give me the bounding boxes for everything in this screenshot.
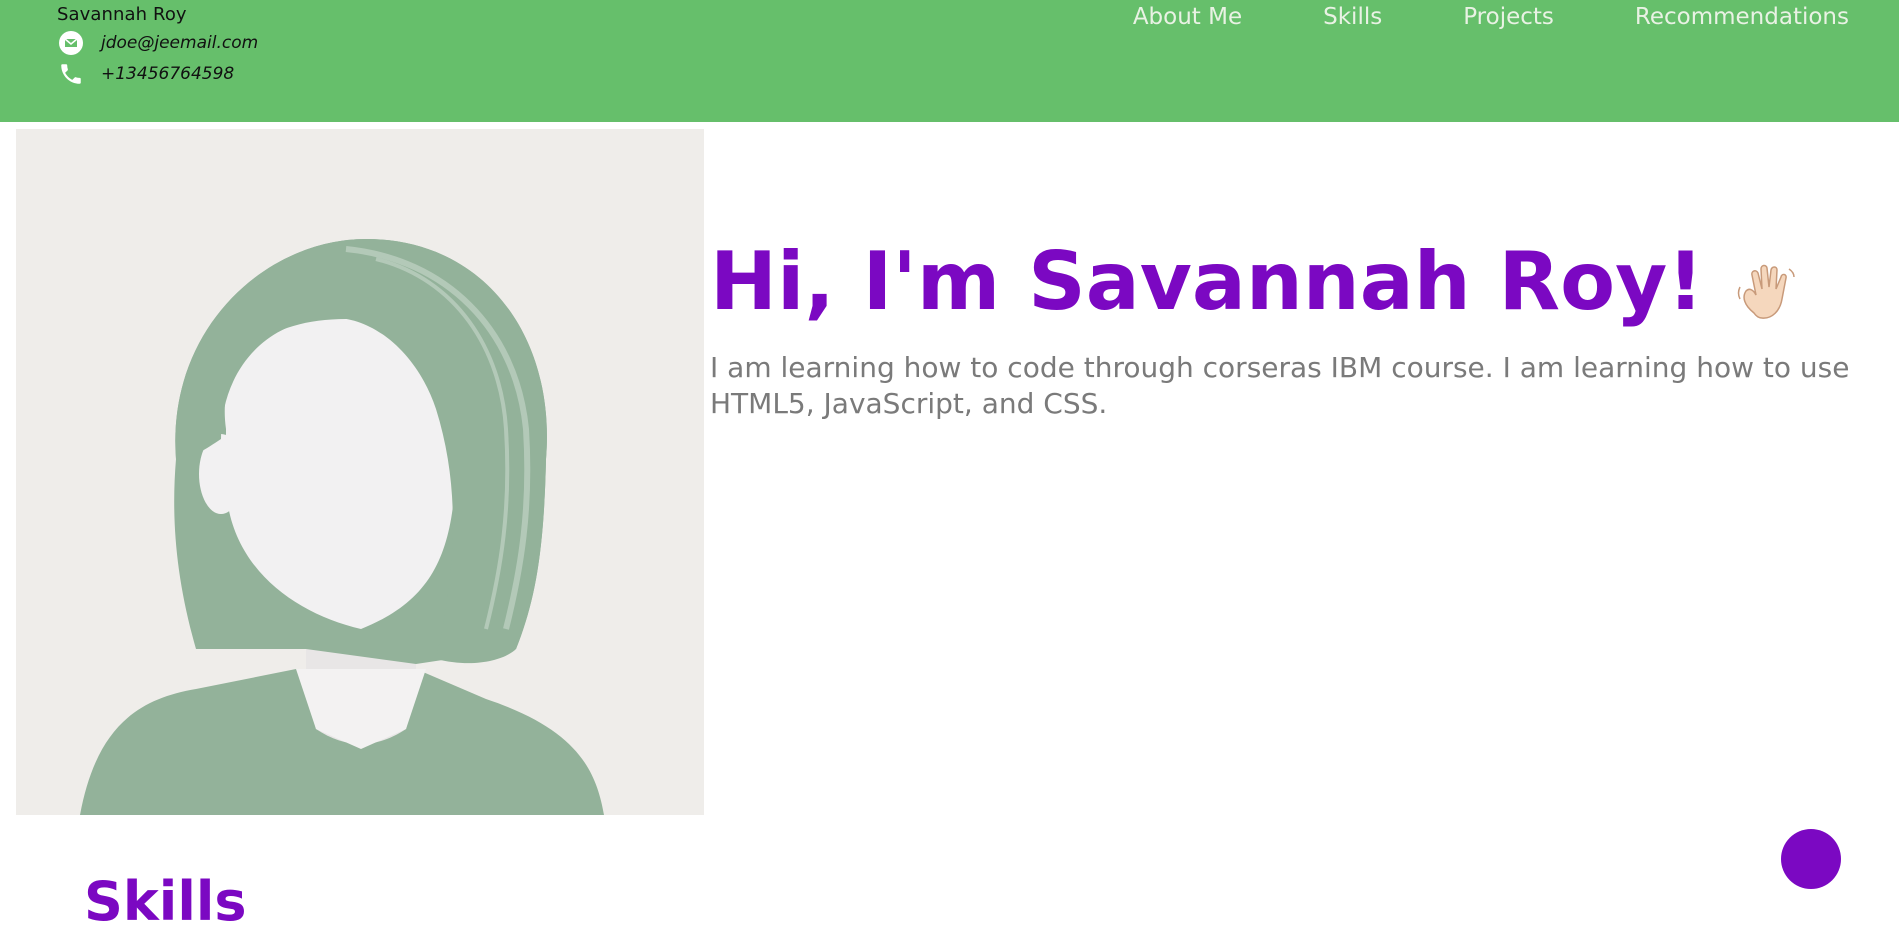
nav-recommendations[interactable]: Recommendations [1635,4,1849,30]
nav-about-me[interactable]: About Me [1133,4,1242,30]
contact-email-row: jdoe@jeemail.com [57,29,258,57]
main-nav: About Me Skills Projects Recommendations [1133,4,1849,30]
nav-skills[interactable]: Skills [1323,4,1382,30]
waving-hand-icon [1734,248,1802,319]
contact-email[interactable]: jdoe@jeemail.com [101,33,258,53]
contact-phone-row: +13456764598 [57,60,234,88]
profile-avatar-image [16,129,704,815]
site-owner-name: Savannah Roy [57,4,187,25]
site-header: Savannah Roy jdoe@jeemail.com +134567645… [0,0,1899,122]
hero-title-text: Hi, I'm Savannah Roy! [710,235,1704,328]
avatar-placeholder-icon [16,129,704,815]
skills-heading: Skills [84,870,247,933]
contact-phone[interactable]: +13456764598 [101,64,234,84]
hero-description: I am learning how to code through corser… [710,351,1850,420]
scroll-top-button[interactable] [1781,829,1841,889]
hero-title: Hi, I'm Savannah Roy! [710,232,1802,332]
mail-icon [57,29,85,57]
nav-projects[interactable]: Projects [1463,4,1554,30]
phone-icon [57,60,85,88]
